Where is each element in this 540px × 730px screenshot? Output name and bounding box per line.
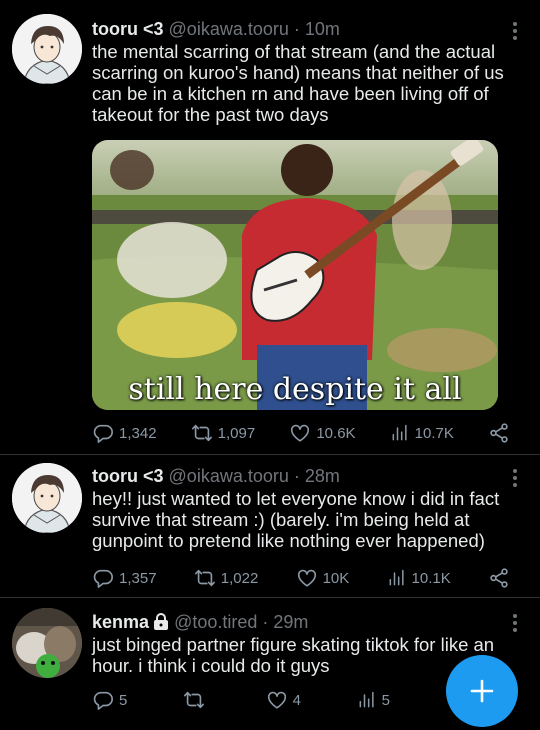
meme-image xyxy=(92,140,498,410)
more-vertical-icon[interactable] xyxy=(512,22,518,40)
separator: · xyxy=(257,612,274,632)
tweet-actions: 1,342 1,097 10.6K 10.7K xyxy=(92,422,510,444)
plus-icon xyxy=(470,679,494,703)
display-name[interactable]: tooru <3 xyxy=(92,19,164,39)
tweet-header: tooru <3 @oikawa.tooru · 28m xyxy=(92,465,506,487)
timestamp[interactable]: 28m xyxy=(305,466,340,486)
reply-count: 1,342 xyxy=(119,424,157,442)
view-count: 10.1K xyxy=(411,569,451,587)
heart-icon xyxy=(296,567,318,589)
tweet-header: kenma @too.tired · 29m xyxy=(92,611,506,633)
user-handle[interactable]: @oikawa.tooru xyxy=(169,19,289,39)
retweet-button[interactable]: 1,097 xyxy=(191,422,256,444)
separator: · xyxy=(288,19,305,39)
reply-count: 5 xyxy=(119,691,128,709)
views-button[interactable]: 10.1K xyxy=(387,568,451,588)
reply-icon xyxy=(92,422,114,444)
retweet-button[interactable] xyxy=(183,689,210,711)
display-name[interactable]: kenma xyxy=(92,612,149,632)
tweet-actions: 5 4 5 xyxy=(92,689,390,711)
like-count: 4 xyxy=(292,691,301,709)
reply-button[interactable]: 5 xyxy=(92,689,127,711)
timestamp[interactable]: 10m xyxy=(305,19,340,39)
like-button[interactable]: 10K xyxy=(296,567,350,589)
retweet-icon xyxy=(183,689,205,711)
views-icon xyxy=(387,568,407,588)
views-button[interactable]: 5 xyxy=(357,690,390,710)
share-button[interactable] xyxy=(488,422,510,444)
reply-count: 1,357 xyxy=(119,569,157,587)
tweet-text: just binged partner figure skating tikto… xyxy=(92,634,495,676)
compose-button[interactable] xyxy=(446,655,518,727)
reply-icon xyxy=(92,567,114,589)
tweet-actions: 1,357 1,022 10K 10.1K xyxy=(92,567,510,589)
reply-button[interactable]: 1,342 xyxy=(92,422,157,444)
tweet-header: tooru <3 @oikawa.tooru · 10m xyxy=(92,18,506,40)
retweet-icon xyxy=(191,422,213,444)
views-button[interactable]: 10.7K xyxy=(390,423,454,443)
retweet-icon xyxy=(194,567,216,589)
view-count: 5 xyxy=(381,691,390,709)
tweet-image[interactable]: still here despite it all xyxy=(92,140,498,410)
like-count: 10.6K xyxy=(316,424,356,442)
heart-icon xyxy=(289,422,311,444)
retweet-count: 1,097 xyxy=(217,424,256,442)
tweet[interactable]: tooru <3 @oikawa.tooru · 28m hey!! just … xyxy=(0,455,540,598)
views-icon xyxy=(357,690,377,710)
share-button[interactable] xyxy=(488,567,510,589)
user-handle[interactable]: @oikawa.tooru xyxy=(169,466,289,486)
lock-icon xyxy=(154,613,169,630)
share-icon xyxy=(488,422,510,444)
tweet-text: the mental scarring of that stream (and … xyxy=(92,41,504,125)
views-icon xyxy=(390,423,410,443)
reply-button[interactable]: 1,357 xyxy=(92,567,157,589)
like-button[interactable]: 10.6K xyxy=(289,422,356,444)
reply-icon xyxy=(92,689,114,711)
image-caption: still here despite it all xyxy=(128,372,462,407)
tweet-text: hey!! just wanted to let everyone know i… xyxy=(92,488,500,551)
separator: · xyxy=(288,466,305,486)
avatar[interactable] xyxy=(12,608,82,678)
retweet-count: 1,022 xyxy=(220,569,259,587)
like-count: 10K xyxy=(322,569,350,587)
display-name[interactable]: tooru <3 xyxy=(92,466,164,486)
more-vertical-icon[interactable] xyxy=(512,469,518,487)
view-count: 10.7K xyxy=(414,424,454,442)
retweet-button[interactable]: 1,022 xyxy=(194,567,259,589)
like-button[interactable]: 4 xyxy=(266,689,301,711)
share-icon xyxy=(488,567,510,589)
timestamp[interactable]: 29m xyxy=(273,612,308,632)
avatar[interactable] xyxy=(12,14,82,84)
tweet[interactable]: tooru <3 @oikawa.tooru · 10m the mental … xyxy=(0,0,540,455)
heart-icon xyxy=(266,689,288,711)
avatar[interactable] xyxy=(12,463,82,533)
more-vertical-icon[interactable] xyxy=(512,614,518,632)
user-handle[interactable]: @too.tired xyxy=(174,612,257,632)
